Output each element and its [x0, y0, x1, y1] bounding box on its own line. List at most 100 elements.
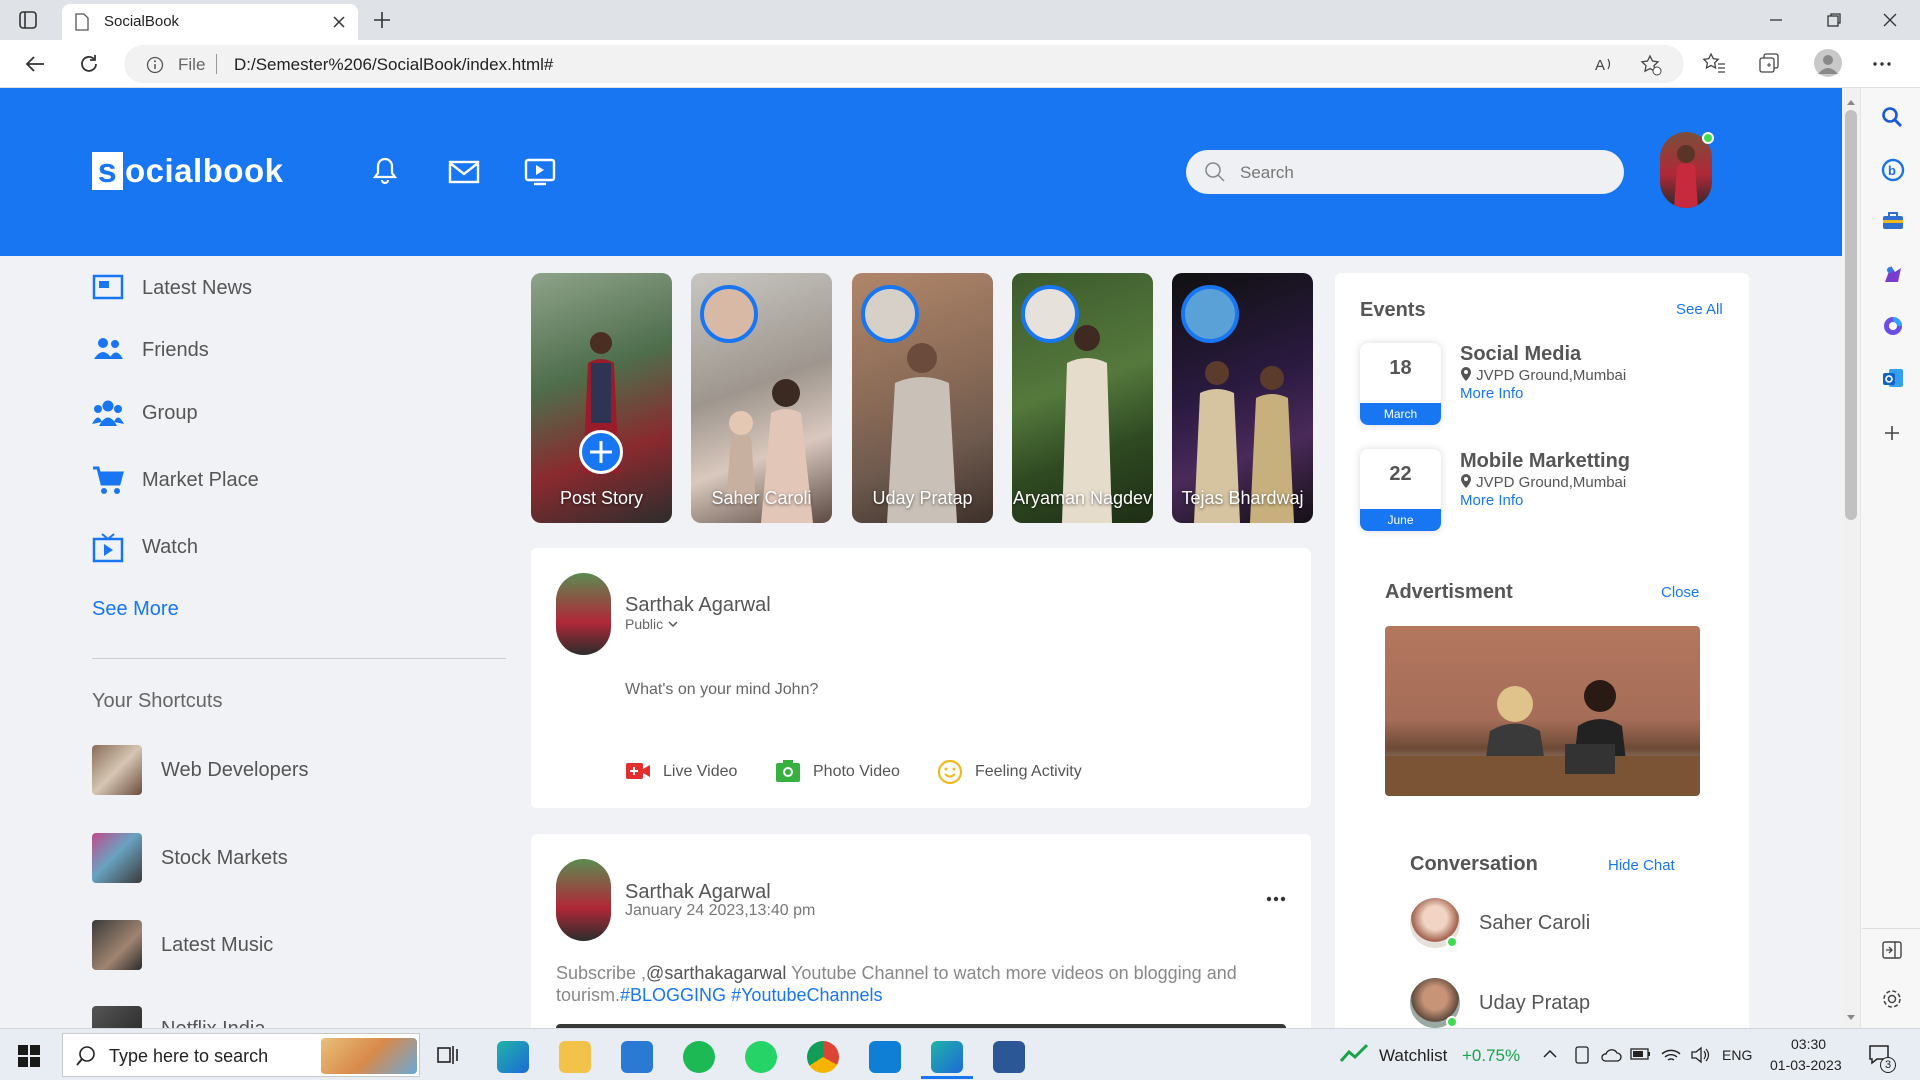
cart-icon	[92, 465, 124, 497]
wifi-icon[interactable]	[1660, 1045, 1682, 1065]
post-mention[interactable]: @sarthakagarwal	[646, 963, 786, 983]
show-hidden-icons[interactable]	[1542, 1046, 1558, 1062]
file-explorer-icon[interactable]	[559, 1041, 591, 1073]
scrollbar-thumb[interactable]	[1845, 110, 1857, 520]
shortcuts-title: Your Shortcuts	[92, 690, 223, 712]
story-card[interactable]: Uday Pratap	[852, 273, 993, 523]
see-more-link[interactable]: See More	[92, 598, 179, 621]
info-icon[interactable]	[146, 56, 164, 74]
edge-browser-icon[interactable]	[497, 1041, 529, 1073]
profile-icon[interactable]	[1814, 49, 1842, 77]
live-video-icon	[626, 763, 650, 779]
story-card[interactable]: Tejas Bhardwaj	[1172, 273, 1313, 523]
cloud-icon[interactable]	[1600, 1045, 1622, 1065]
back-icon[interactable]	[24, 53, 46, 75]
windows-taskbar: Type here to search Watchlist +0.75% ENG…	[0, 1028, 1920, 1080]
refresh-icon[interactable]	[78, 53, 100, 75]
online-status-dot	[1446, 936, 1458, 948]
language-indicator[interactable]: ENG	[1722, 1047, 1752, 1063]
shortcut-item[interactable]: Netflix India	[92, 1006, 512, 1028]
contact-item[interactable]: Saher Caroli	[1410, 898, 1710, 948]
composer-input[interactable]: What's on your mind John?	[625, 681, 1285, 699]
shortcut-item[interactable]: Web Developers	[92, 745, 512, 795]
tab-actions-icon[interactable]	[18, 10, 38, 30]
spotify-icon[interactable]	[683, 1041, 715, 1073]
whatsapp-icon[interactable]	[745, 1041, 777, 1073]
new-tab-icon[interactable]	[372, 10, 392, 30]
svg-text:A: A	[1595, 57, 1605, 73]
search-sidebar-icon[interactable]	[1881, 106, 1903, 128]
favorites-icon[interactable]	[1702, 52, 1726, 74]
post-user-name: Sarthak Agarwal	[625, 881, 771, 903]
volume-icon[interactable]	[1690, 1045, 1712, 1065]
hide-chat-link[interactable]: Hide Chat	[1608, 857, 1675, 874]
site-logo[interactable]: s ocialbook	[92, 152, 284, 190]
user-avatar[interactable]	[1660, 132, 1712, 208]
browser-tab-strip: SocialBook	[0, 0, 1920, 40]
ad-image[interactable]	[1385, 626, 1700, 796]
battery-icon[interactable]	[1630, 1046, 1652, 1062]
settings-icon[interactable]	[1881, 988, 1903, 1010]
restore-icon[interactable]	[1826, 12, 1842, 28]
clock-time[interactable]: 03:30	[1791, 1036, 1826, 1052]
hashtag-link[interactable]: #YoutubeChannels	[731, 985, 882, 1005]
more-menu-icon[interactable]	[1872, 54, 1892, 74]
notification-bell-icon[interactable]	[372, 156, 398, 186]
url-field[interactable]: File D:/Semester%206/SocialBook/index.ht…	[124, 45, 1684, 83]
logo-text: ocialbook	[125, 152, 284, 189]
mail-icon[interactable]	[621, 1041, 653, 1073]
close-window-icon[interactable]	[1882, 12, 1898, 28]
browser-tab[interactable]: SocialBook	[62, 4, 358, 40]
office-icon[interactable]	[1881, 314, 1905, 338]
video-icon[interactable]	[524, 158, 556, 186]
action-label: Live Video	[663, 763, 738, 780]
right-sidebar: Events See All 18 March Social Media JVP…	[1335, 273, 1749, 1028]
composer-user-name: Sarthak Agarwal	[625, 594, 771, 616]
event-date-badge: 18 March	[1360, 343, 1441, 425]
photo-icon	[776, 760, 800, 782]
bing-chat-icon[interactable]: b	[1881, 158, 1905, 182]
newspaper-icon	[92, 273, 124, 301]
collections-icon[interactable]	[1758, 52, 1780, 74]
event-date-badge: 22 June	[1360, 449, 1441, 531]
clock-date[interactable]: 01-03-2023	[1770, 1057, 1842, 1073]
word-icon[interactable]	[993, 1041, 1025, 1073]
sidebar-item-label: Latest News	[142, 277, 253, 299]
taskbar-search-placeholder: Type here to search	[109, 1046, 269, 1066]
contact-item[interactable]: Uday Pratap	[1410, 978, 1710, 1028]
add-favorite-icon[interactable]	[1640, 54, 1662, 76]
read-aloud-icon[interactable]: A	[1594, 55, 1614, 73]
add-story-icon[interactable]	[579, 430, 623, 474]
see-all-link[interactable]: See All	[1676, 301, 1723, 318]
more-info-link[interactable]: More Info	[1460, 385, 1523, 402]
hide-sidebar-icon[interactable]	[1881, 940, 1903, 960]
windows-start-icon[interactable]	[18, 1045, 40, 1067]
device-icon[interactable]	[1572, 1045, 1592, 1065]
tools-icon[interactable]	[1881, 210, 1905, 232]
close-ad-link[interactable]: Close	[1661, 584, 1699, 601]
story-card[interactable]: Saher Caroli	[691, 273, 832, 523]
post-options-icon[interactable]	[1265, 894, 1287, 904]
add-sidebar-icon[interactable]	[1883, 424, 1901, 442]
chrome-icon[interactable]	[807, 1041, 839, 1073]
more-info-link[interactable]: More Info	[1460, 492, 1523, 509]
task-view-icon[interactable]	[436, 1043, 460, 1067]
watchlist-icon[interactable]	[1340, 1043, 1368, 1063]
close-tab-icon[interactable]	[332, 15, 346, 29]
outlook-icon[interactable]	[1881, 366, 1905, 390]
story-card[interactable]: Aryaman Nagdev	[1012, 273, 1153, 523]
privacy-selector[interactable]: Public	[625, 616, 679, 632]
edge-active-icon[interactable]	[931, 1041, 963, 1073]
notification-count-badge: 3	[1880, 1057, 1896, 1073]
search-input[interactable]: Search	[1186, 150, 1624, 194]
hashtag-link[interactable]: #BLOGGING	[620, 985, 726, 1005]
minimize-icon[interactable]	[1768, 12, 1784, 28]
story-card[interactable]: Post Story	[531, 273, 672, 523]
taskbar-search-input[interactable]: Type here to search	[62, 1033, 420, 1077]
inbox-icon[interactable]	[448, 160, 480, 184]
edge-sidebar-divider	[1862, 928, 1920, 929]
games-icon[interactable]	[1881, 262, 1905, 286]
vscode-icon[interactable]	[869, 1041, 901, 1073]
shortcut-item[interactable]: Latest Music	[92, 920, 512, 970]
shortcut-item[interactable]: Stock Markets	[92, 833, 512, 883]
